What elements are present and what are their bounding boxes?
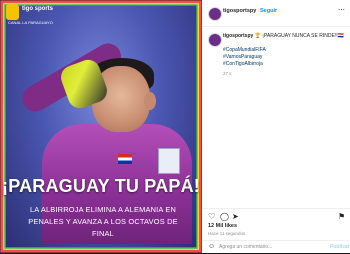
- post-media[interactable]: tigo sports CANAL LA PARAGUAYO ¡PARAGUAY…: [0, 0, 202, 253]
- caption-avatar[interactable]: [208, 33, 222, 47]
- brand-logo: tigo sports: [22, 6, 53, 12]
- emoji-icon[interactable]: ☺: [208, 243, 215, 250]
- comment-icon[interactable]: ◯: [220, 212, 229, 221]
- post-window: tigo sports CANAL LA PARAGUAYO ¡PARAGUAY…: [0, 0, 350, 253]
- follow-button[interactable]: Seguir: [260, 8, 277, 14]
- post-subline: LA ALBIRROJA ELIMINA A ALEMANIA EN PENAL…: [28, 205, 178, 238]
- like-icon[interactable]: ♡: [208, 212, 215, 221]
- separator-dot: •: [254, 8, 256, 14]
- caption-username[interactable]: tigosportspy: [223, 33, 253, 39]
- hashtag[interactable]: #CopaMundialFIFA: [223, 47, 266, 54]
- brand-sub: CANAL LA PARAGUAYO: [8, 20, 53, 25]
- publish-button[interactable]: Publicar: [330, 244, 350, 250]
- caption-time: 27 s: [223, 71, 232, 76]
- player-ear: [144, 92, 156, 110]
- avatar[interactable]: [208, 7, 222, 21]
- trophy-icon: [6, 4, 19, 20]
- header-username[interactable]: tigosportspy: [223, 8, 256, 14]
- hashtag[interactable]: #VamosParaguay: [223, 54, 266, 61]
- share-icon[interactable]: ➤: [232, 212, 239, 221]
- caption-text: 🏆 ¡PARAGUAY NUNCA SE RINDE!!🇵🇾: [254, 33, 344, 39]
- comment-bar: ☺ Agrega un comentario... Publicar: [202, 240, 350, 254]
- more-options-icon[interactable]: ⋯: [338, 6, 345, 14]
- post-header: tigosportspy • Seguir ⋯: [202, 0, 350, 27]
- paraguay-flag-icon: [118, 154, 132, 164]
- post-date: Hace 11 segundos: [208, 231, 246, 236]
- likes-count[interactable]: 12 Mil likes: [208, 223, 237, 229]
- hashtag[interactable]: #ConTigoAlbirroja: [223, 61, 266, 68]
- post-headline: ¡PARAGUAY TU PAPÁ!: [2, 176, 200, 196]
- action-bar: ♡ ◯ ➤ ⚑: [202, 208, 350, 223]
- jersey-badge: [158, 148, 180, 174]
- save-icon[interactable]: ⚑: [338, 212, 345, 221]
- comment-input[interactable]: Agrega un comentario...: [219, 244, 272, 250]
- hashtag-list: #CopaMundialFIFA #VamosParaguay #ConTigo…: [223, 47, 266, 67]
- caption: tigosportspy 🏆 ¡PARAGUAY NUNCA SE RINDE!…: [223, 33, 347, 40]
- post-sidebar: tigosportspy • Seguir ⋯ tigosportspy 🏆 ¡…: [202, 0, 350, 253]
